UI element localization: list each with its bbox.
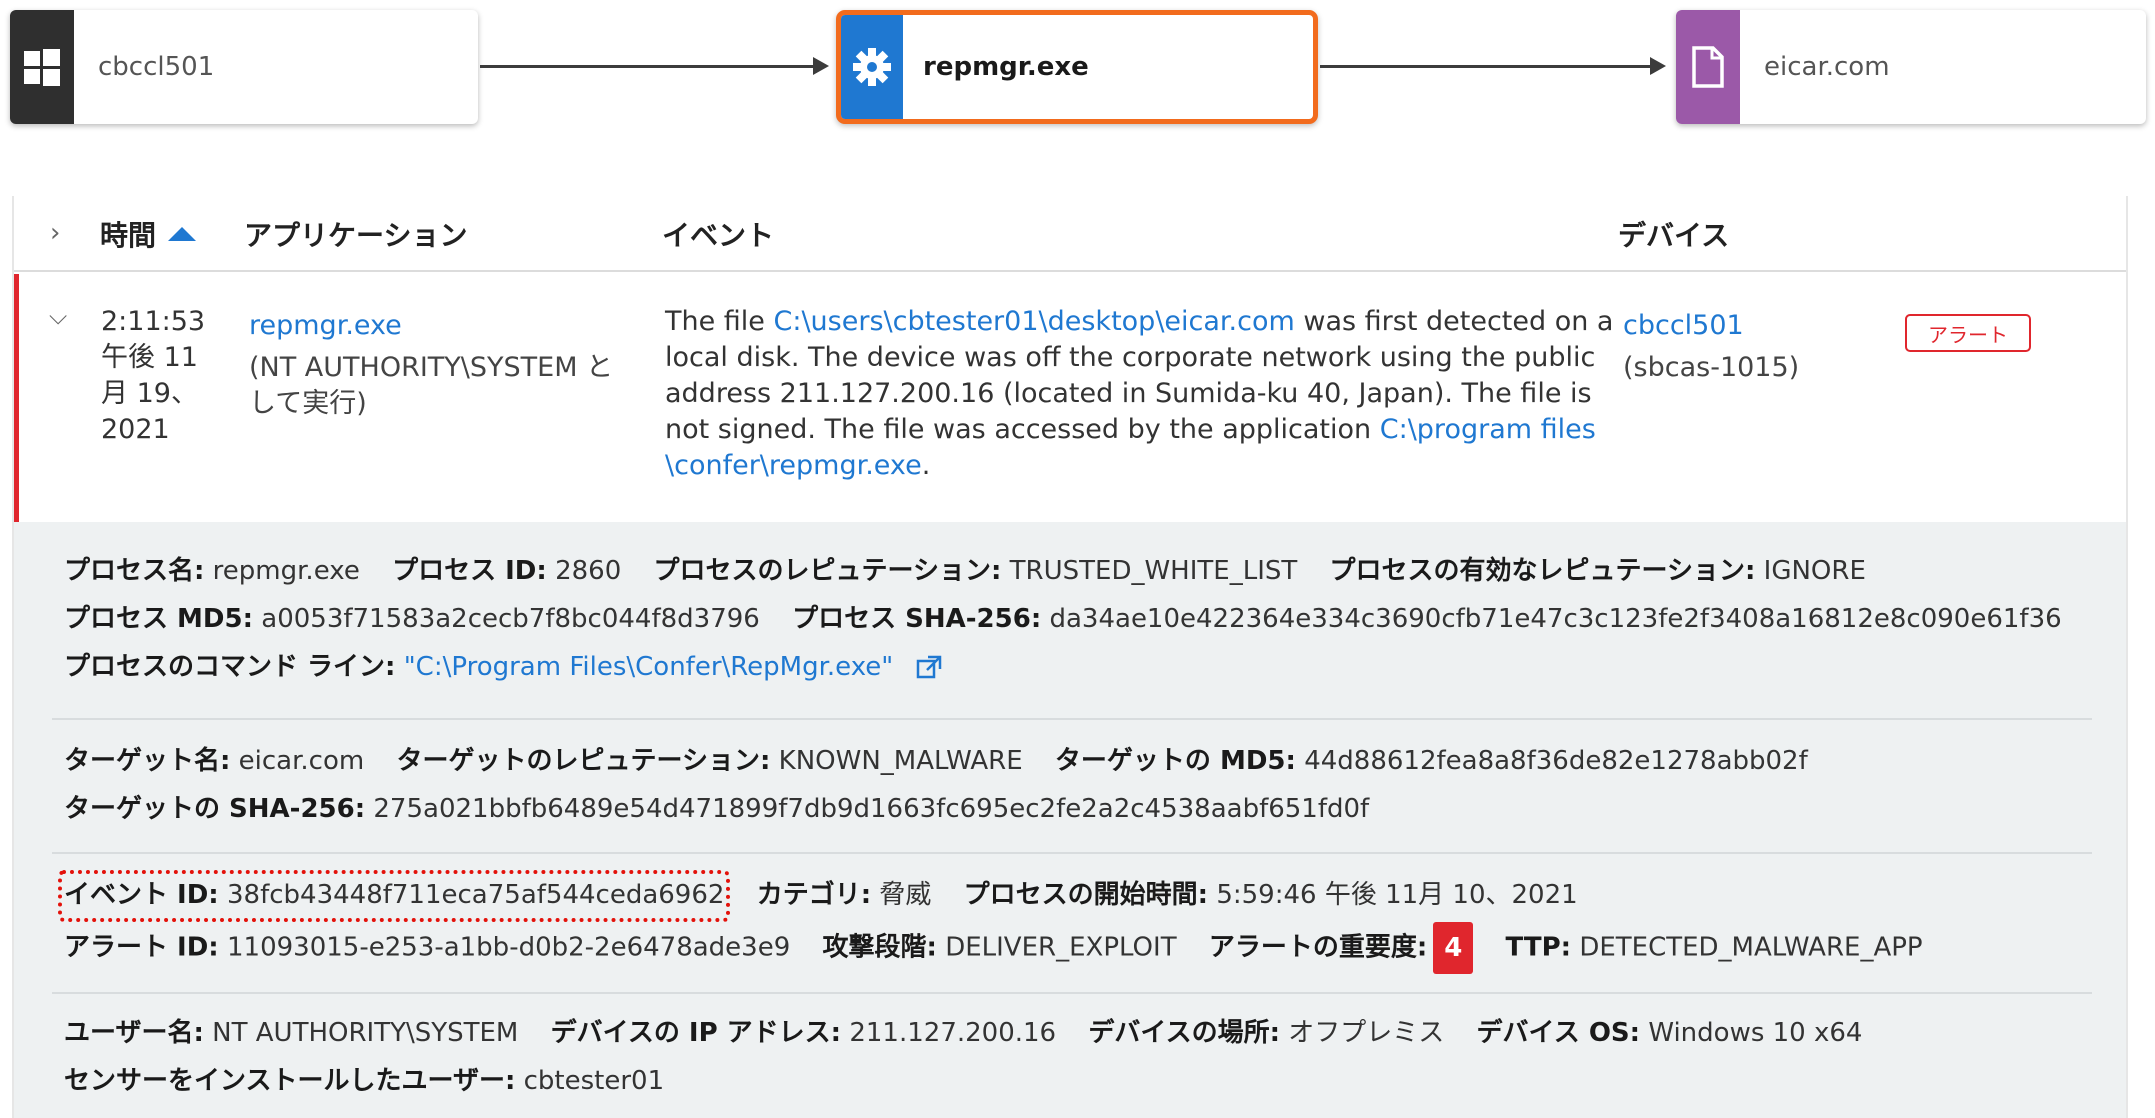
time-line: 2021 — [101, 414, 170, 445]
column-header-device[interactable]: デバイス — [1618, 214, 1729, 254]
time-line: 月 19、 — [101, 378, 198, 409]
column-header-time[interactable]: 時間 — [100, 214, 197, 254]
row-time: 2:11:53 午後 11 月 19、 2021 — [101, 304, 221, 448]
process-tree-node-process[interactable]: repmgr.exe — [836, 10, 1318, 124]
event-text: The file — [665, 306, 774, 337]
sort-ascending-icon — [168, 227, 197, 241]
node-process-label: repmgr.exe — [923, 52, 1089, 82]
row-event-description: The file C:\users\cbtester01\desktop\eic… — [665, 304, 1615, 484]
device-id: (sbcas-1015) — [1623, 352, 1800, 383]
events-table: › 時間 アプリケーション イベント デバイス ⌵ 2:11:53 午後 11 … — [12, 196, 2128, 1118]
table-row[interactable]: ⌵ 2:11:53 午後 11 月 19、 2021 repmgr.exe (N… — [14, 274, 2126, 522]
row-application: repmgr.exe (NT AUTHORITY\SYSTEM として実行) — [249, 308, 629, 422]
process-tree-node-target[interactable]: eicar.com — [1676, 10, 2146, 124]
external-link-icon[interactable] — [916, 655, 942, 681]
tree-arrow — [1320, 57, 1666, 75]
severity-badge: 4 — [1433, 922, 1474, 974]
divider — [52, 852, 2092, 854]
detail-line: ターゲットの SHA-256: 275a021bbfb6489e54d47189… — [64, 794, 1370, 824]
row-device: cbccl501 (sbcas-1015) — [1623, 308, 1823, 386]
file-icon — [1676, 10, 1740, 124]
alert-badge: アラート — [1905, 314, 2031, 352]
time-line: 2:11:53 — [101, 306, 206, 337]
detail-line: ユーザー名: NT AUTHORITY\SYSTEM デバイスの IP アドレス… — [64, 1018, 1863, 1048]
tree-arrow — [480, 57, 829, 75]
column-header-event[interactable]: イベント — [662, 214, 774, 254]
device-link[interactable]: cbccl501 — [1623, 308, 1823, 344]
divider — [52, 992, 2092, 994]
event-details-panel: プロセス名: repmgr.exe プロセス ID: 2860 プロセスのレピュ… — [14, 522, 2126, 1118]
detail-line: センサーをインストールしたユーザー: cbtester01 — [64, 1066, 665, 1096]
time-line: 午後 11 — [101, 342, 198, 373]
column-header-application[interactable]: アプリケーション — [244, 214, 467, 254]
event-file-link[interactable]: C:\users\cbtester01\desktop\eicar.com — [774, 306, 1295, 337]
process-tree-node-host[interactable]: cbccl501 — [10, 10, 478, 124]
table-header: › 時間 アプリケーション イベント デバイス — [14, 196, 2126, 272]
detail-line: プロセス MD5: a0053f71583a2cecb7f8bc044f8d37… — [64, 604, 2062, 634]
detail-line: プロセスのコマンド ライン: "C:\Program Files\Confer\… — [64, 646, 942, 683]
windows-icon — [10, 10, 74, 124]
cmdline-link[interactable]: "C:\Program Files\Confer\RepMgr.exe" — [404, 652, 894, 682]
chevron-down-icon[interactable]: ⌵ — [49, 302, 67, 330]
chevron-right-icon[interactable]: › — [50, 218, 60, 248]
application-link[interactable]: repmgr.exe — [249, 308, 629, 344]
event-id-highlight — [58, 870, 730, 922]
detail-line: ターゲット名: eicar.com ターゲットのレピュテーション: KNOWN_… — [64, 746, 1808, 776]
node-host-label: cbccl501 — [98, 52, 215, 82]
gear-icon — [841, 15, 903, 119]
application-context: (NT AUTHORITY\SYSTEM として実行) — [249, 352, 614, 419]
detail-line: プロセス名: repmgr.exe プロセス ID: 2860 プロセスのレピュ… — [64, 556, 1866, 586]
detail-line: アラート ID: 11093015-e253-a1bb-d0b2-2e6478a… — [64, 922, 1923, 974]
node-target-label: eicar.com — [1764, 52, 1890, 82]
divider — [52, 718, 2092, 720]
event-text: . — [921, 450, 931, 481]
